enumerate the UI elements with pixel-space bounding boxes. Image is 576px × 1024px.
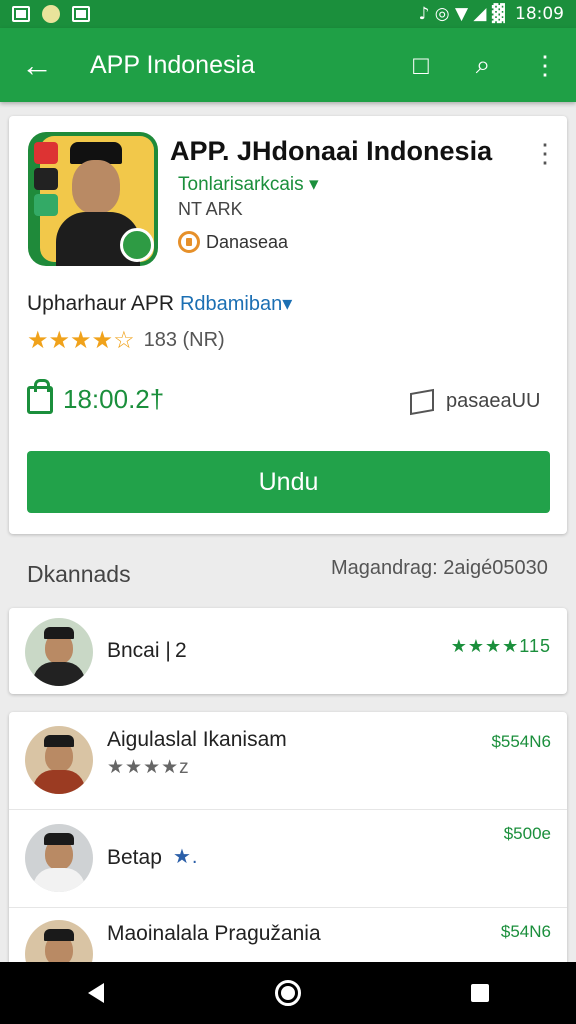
featured-rating: ★★★★115 xyxy=(450,636,551,656)
rating-link[interactable]: Rdbamiban▾ xyxy=(180,293,292,315)
list-item-price: $500e xyxy=(503,824,551,843)
install-button[interactable]: Undu xyxy=(27,451,550,513)
clock: 18:09 xyxy=(515,4,564,24)
nav-recents-button[interactable] xyxy=(460,973,500,1013)
notification-icon xyxy=(42,5,60,23)
more-options-icon[interactable]: ⋮ xyxy=(514,28,576,102)
rating-title: Upharhaur APR xyxy=(27,292,175,315)
subcategory: NT ARK xyxy=(178,199,243,219)
list-item[interactable]: Aigulaslal Ikanisam ★★★★z $554N6 xyxy=(9,712,567,810)
package-icon xyxy=(410,388,434,415)
avatar-face xyxy=(72,160,120,214)
tile-icon xyxy=(34,142,58,164)
rating-count: 183 (NR) xyxy=(143,329,225,351)
list-item-title: Aigulaslal Ikanisam xyxy=(107,728,287,751)
avatar xyxy=(25,726,93,794)
shopping-bag-icon xyxy=(27,378,53,414)
featured-row-card[interactable]: Bncai | 2 ★★★★115 xyxy=(9,608,567,694)
home-circle-icon xyxy=(275,980,301,1006)
status-indicators: ♪ ◎ ▼ ◢ ▓ xyxy=(418,4,505,24)
download-size: pasaeaUU xyxy=(410,388,541,415)
list-item-rating: ★★★★z xyxy=(107,757,190,778)
verified-badge-icon xyxy=(120,228,154,262)
navigation-bar xyxy=(0,962,576,1024)
badge-label: Danaseaa xyxy=(206,231,289,252)
list-item-title: Maoinalala Pragužania xyxy=(107,922,321,945)
avatar xyxy=(25,824,93,892)
tile-icon xyxy=(34,168,58,190)
rating-stars: ★★★★☆ 183 (NR) xyxy=(27,326,225,355)
nav-back-button[interactable] xyxy=(76,973,116,1013)
size-value: pasaeaUU xyxy=(446,390,541,412)
gallery-icon xyxy=(12,6,30,22)
rating-heading: Upharhaur APR Rdbamiban▾ xyxy=(27,291,292,316)
list-item[interactable]: Betap ★. $500e xyxy=(9,810,567,908)
badge-icon xyxy=(178,231,200,253)
price: 18:00.2† xyxy=(27,378,165,415)
section-meta: Magandrag: 2aigé05030 xyxy=(331,557,548,579)
list-item-price: $554N6 xyxy=(491,732,551,751)
avatar xyxy=(25,618,93,686)
dropdown-icon: ▾ xyxy=(308,174,319,195)
status-bar: ♪ ◎ ▼ ◢ ▓ 18:09 xyxy=(0,0,576,28)
app-bar-title: APP Indonesia xyxy=(90,50,255,79)
image-icon xyxy=(72,6,90,22)
device-icon[interactable]: □ xyxy=(390,28,452,102)
tile-icon xyxy=(34,194,58,216)
nav-home-button[interactable] xyxy=(268,973,308,1013)
app-icon xyxy=(28,132,158,266)
search-icon[interactable]: ⌕ xyxy=(452,28,514,102)
rating-link-label: Rdbamiban xyxy=(179,293,283,315)
featured-title: Bncai | 2 xyxy=(107,639,187,662)
back-triangle-icon xyxy=(88,983,104,1003)
status-notifications xyxy=(12,5,90,23)
app-title: APP. JHdonaai Indonesia xyxy=(170,136,493,166)
section-heading: Dkannads xyxy=(27,561,131,587)
content-badge: Danaseaa xyxy=(178,231,288,253)
app-bar: ← APP Indonesia □ ⌕ ⋮ xyxy=(0,28,576,102)
overflow-menu-icon[interactable]: ⋮ xyxy=(532,138,558,169)
list-item-price: $54N6 xyxy=(500,922,551,941)
developer-link[interactable]: Tonlarisarkcais ▾ xyxy=(178,173,318,196)
back-arrow-icon[interactable]: ← xyxy=(0,28,74,102)
list-item-title: Betap xyxy=(107,846,162,869)
star-icons: ★★★★☆ xyxy=(27,327,135,354)
app-list-card: Aigulaslal Ikanisam ★★★★z $554N6 Betap ★… xyxy=(9,712,567,974)
price-value: 18:00.2† xyxy=(63,384,165,414)
developer-name: Tonlarisarkcais xyxy=(178,174,304,195)
list-item-rating: ★. xyxy=(173,846,199,868)
recents-square-icon xyxy=(471,984,489,1002)
